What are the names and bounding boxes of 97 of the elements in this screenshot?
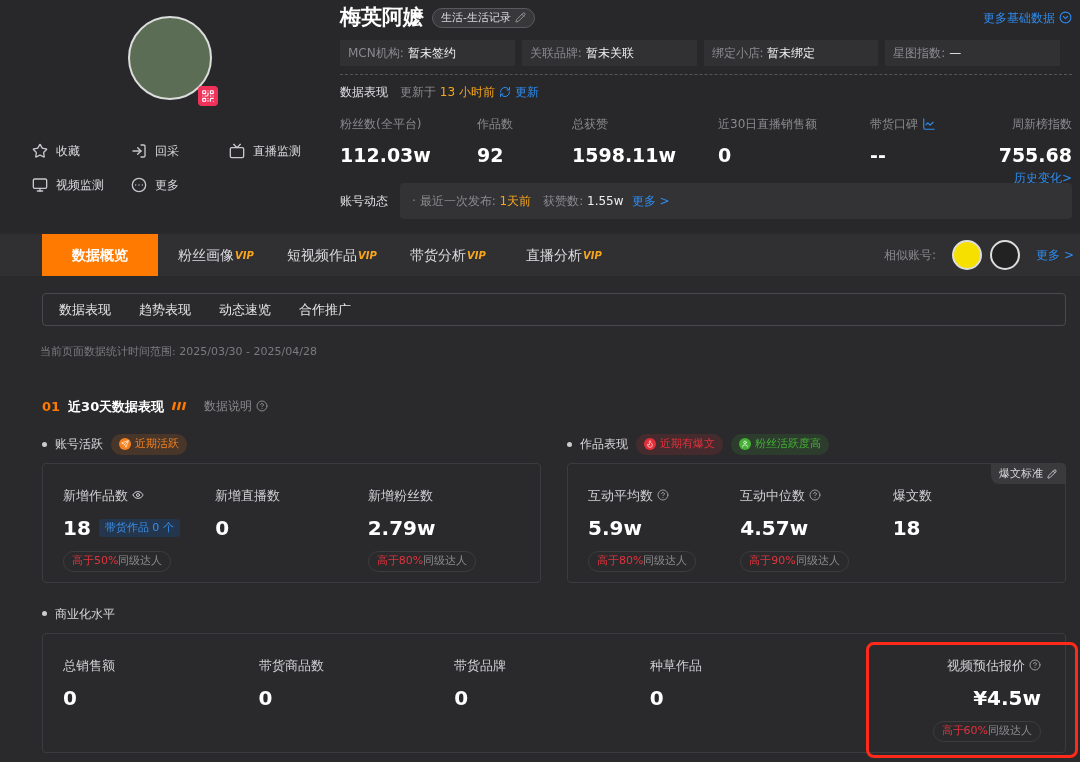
trend-chart-icon[interactable] xyxy=(922,116,936,131)
tag-icon xyxy=(119,438,131,451)
stat-label: 总获赞 xyxy=(572,115,608,133)
stripes-icon xyxy=(172,401,189,412)
more-link[interactable]: 更多 > xyxy=(1036,246,1074,264)
help-icon[interactable] xyxy=(809,489,822,502)
sub-tab[interactable]: 数据表现 xyxy=(59,299,111,320)
arrow-in-icon xyxy=(130,143,147,159)
metric-value: 5.9w xyxy=(588,515,642,542)
edit-icon xyxy=(1047,468,1057,479)
info-field: 绑定小店: 暂未绑定 xyxy=(703,39,879,66)
chevron-down-icon xyxy=(1059,11,1072,25)
stat-label: 近30日直播销售额 xyxy=(718,115,818,133)
group-title: 账号活跃 xyxy=(55,436,103,454)
similar-account-avatar[interactable] xyxy=(952,240,983,270)
sub-tab[interactable]: 合作推广 xyxy=(299,299,351,320)
stat-value: 92 xyxy=(477,142,505,168)
more-icon xyxy=(130,177,147,193)
metric-value: 0 xyxy=(649,685,664,712)
monitor-icon xyxy=(32,177,48,193)
last-post-text: · 最近一次发布: 1天前 xyxy=(412,193,532,210)
stat-value: 1598.11w xyxy=(572,142,678,168)
action-link[interactable]: 收藏 xyxy=(32,142,123,160)
more-basic-data-link[interactable]: 更多基础数据 xyxy=(983,8,1072,27)
update-time: 更新于 13 小时前 xyxy=(400,83,495,101)
burst-standard-tab[interactable]: 爆文标准 xyxy=(991,463,1065,484)
info-field: 星图指数: — xyxy=(885,39,1060,66)
metric-label: 带货品牌 xyxy=(454,656,507,675)
stat-value: 755.68 xyxy=(998,142,1072,168)
similar-account-avatar[interactable] xyxy=(990,240,1021,270)
edit-icon xyxy=(515,12,526,24)
metric-label: 新增粉丝数 xyxy=(367,486,433,505)
similar-accounts-label: 相似账号: xyxy=(884,247,937,264)
stat-value: 0 xyxy=(718,142,733,168)
nav-tab[interactable]: 带货分析VIP xyxy=(390,234,506,276)
metric-value: 18 xyxy=(892,515,921,542)
nav-tab[interactable]: 短视频作品 VIP xyxy=(274,234,390,276)
stat-value: 112.03w xyxy=(340,142,432,168)
stat-value: -- xyxy=(870,142,887,168)
sub-tab[interactable]: 趋势表现 xyxy=(139,299,191,320)
nav-tab[interactable]: 粉丝画像 VIP xyxy=(158,234,274,276)
metric-value: 2.79w xyxy=(367,515,436,542)
eye-icon[interactable] xyxy=(132,489,144,502)
metric-label: 新增作品数 xyxy=(63,486,128,505)
metric-value: 0 xyxy=(258,685,273,712)
action-link[interactable]: 直播监测 xyxy=(229,142,320,160)
more-link[interactable]: 更多 > xyxy=(631,192,670,210)
metric-label: 新增直播数 xyxy=(215,486,281,505)
metric-value: 0 xyxy=(454,685,469,712)
status-tag: 粉丝活跃度高 xyxy=(731,434,829,455)
info-field: MCN机构: 暂未签约 xyxy=(340,39,515,66)
category-tag[interactable]: 生活-生活记录 xyxy=(432,7,535,28)
section-label: 数据表现 xyxy=(340,83,388,101)
metric-label: 种草作品 xyxy=(649,656,702,675)
metric-label: 爆文数 xyxy=(892,486,932,505)
action-link[interactable]: 回采 xyxy=(130,142,222,160)
stat-label: 粉丝数(全平台) xyxy=(340,115,422,133)
tv-icon xyxy=(229,143,246,159)
metric-label: 视频预估报价 xyxy=(947,656,1025,675)
nav-tab[interactable]: 直播分析VIP xyxy=(506,234,622,276)
metric-label: 带货商品数 xyxy=(258,656,324,675)
metric-value: 0 xyxy=(215,515,230,542)
tag-icon xyxy=(739,438,751,451)
metric-value: 18 xyxy=(63,515,91,542)
metric-value: ¥4.5w xyxy=(973,685,1041,712)
info-field: 关联品牌: 暂未关联 xyxy=(521,39,697,66)
explain-link[interactable]: 数据说明 xyxy=(204,397,269,416)
account-name: 梅英阿嬷 xyxy=(340,4,424,31)
group-title: 作品表现 xyxy=(580,436,628,454)
action-link[interactable]: 更多 xyxy=(130,176,222,194)
section-title: 近30天数据表现 xyxy=(68,397,165,416)
star-icon xyxy=(32,143,48,159)
metric-value: 4.57w xyxy=(740,515,809,542)
help-icon xyxy=(256,400,269,413)
help-icon[interactable] xyxy=(657,489,669,502)
metric-value: 0 xyxy=(63,685,77,712)
tag-icon xyxy=(644,438,656,451)
action-link[interactable]: 视频监测 xyxy=(32,176,123,194)
refresh-button[interactable]: 更新 xyxy=(498,82,539,101)
qr-code-badge[interactable] xyxy=(198,86,218,106)
section-label: 账号动态 xyxy=(340,193,388,210)
refresh-icon xyxy=(498,85,511,98)
sales-works-badge[interactable]: 带货作品 0 个 xyxy=(98,518,180,538)
metric-label: 总销售额 xyxy=(63,656,115,675)
stat-label: 作品数 xyxy=(477,115,513,133)
likes-text: 获赞数: 1.55w xyxy=(543,193,624,210)
status-tag: 近期活跃 xyxy=(111,434,187,455)
stat-label: 周新榜指数 xyxy=(1012,115,1072,133)
sub-tab[interactable]: 动态速览 xyxy=(219,299,271,320)
section-index: 01 xyxy=(42,397,61,416)
status-tag: 近期有爆文 xyxy=(636,434,723,455)
help-icon[interactable] xyxy=(1029,659,1041,672)
metric-label: 互动平均数 xyxy=(588,486,653,505)
metric-label: 互动中位数 xyxy=(740,486,806,505)
group-title: 商业化水平 xyxy=(55,605,115,623)
stat-label: 带货口碑 xyxy=(870,115,918,133)
date-range-text: 当前页面数据统计时间范围: 2025/03/30 - 2025/04/28 xyxy=(40,344,318,360)
